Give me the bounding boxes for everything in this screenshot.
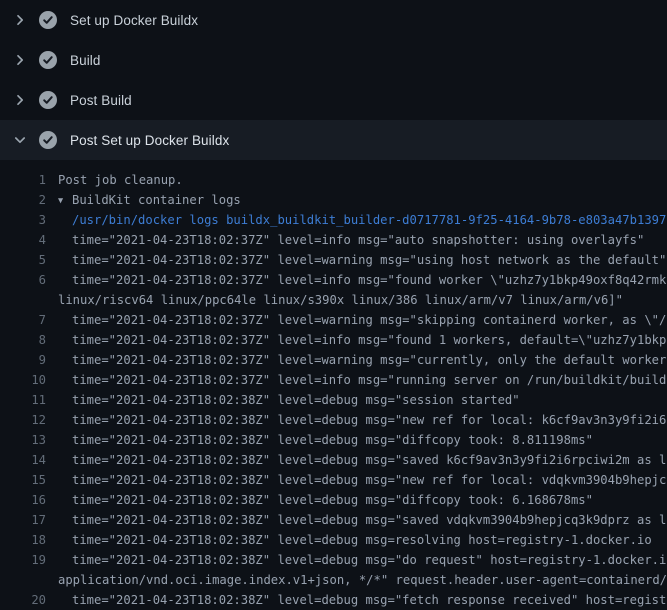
log-row: application/vnd.oci.image.index.v1+json,… [0,570,667,590]
line-number[interactable]: 6 [0,270,46,290]
log-text: time="2021-04-23T18:02:38Z" level=debug … [46,390,520,410]
step-header-post-build[interactable]: Post Build [0,80,667,120]
log-text: time="2021-04-23T18:02:38Z" level=debug … [46,450,667,470]
group-toggle-icon[interactable]: ▼ [58,191,72,210]
chevron-right-icon[interactable] [12,12,28,28]
log-text: time="2021-04-23T18:02:37Z" level=info m… [46,330,667,350]
log-text: time="2021-04-23T18:02:37Z" level=info m… [46,370,667,390]
line-number[interactable]: 19 [0,550,46,570]
log-text: linux/riscv64 linux/ppc64le linux/s390x … [46,290,623,310]
line-number[interactable]: 11 [0,390,46,410]
line-number[interactable]: 18 [0,530,46,550]
log-row: 16time="2021-04-23T18:02:38Z" level=debu… [0,490,667,510]
log-row: 8time="2021-04-23T18:02:37Z" level=info … [0,330,667,350]
group-label: BuildKit container logs [72,193,241,207]
log-text: application/vnd.oci.image.index.v1+json,… [46,570,667,590]
line-number[interactable]: 7 [0,310,46,330]
log-text: time="2021-04-23T18:02:38Z" level=debug … [46,510,667,530]
log-row: 14time="2021-04-23T18:02:38Z" level=debu… [0,450,667,470]
log-text: Post job cleanup. [46,170,183,190]
log-row: 1Post job cleanup. [0,170,667,190]
log-row: 20time="2021-04-23T18:02:38Z" level=debu… [0,590,667,610]
line-number[interactable]: 5 [0,250,46,270]
log-text: time="2021-04-23T18:02:37Z" level=info m… [46,270,667,290]
log-row: 11time="2021-04-23T18:02:38Z" level=debu… [0,390,667,410]
log-row: 6time="2021-04-23T18:02:37Z" level=info … [0,270,667,290]
step-header-build[interactable]: Build [0,40,667,80]
step-header-set-up-docker-buildx[interactable]: Set up Docker Buildx [0,0,667,40]
line-number[interactable]: 4 [0,230,46,250]
log-text: time="2021-04-23T18:02:37Z" level=warnin… [46,350,667,370]
log-text: time="2021-04-23T18:02:37Z" level=info m… [46,230,644,250]
line-number [0,290,46,310]
log-text: time="2021-04-23T18:02:38Z" level=debug … [46,410,667,430]
command-text: /usr/bin/docker logs buildx_buildkit_bui… [46,210,667,230]
log-lines: 1Post job cleanup.2▼BuildKit container l… [0,160,667,610]
step-label: Build [70,53,101,68]
log-row: 18time="2021-04-23T18:02:38Z" level=debu… [0,530,667,550]
line-number[interactable]: 3 [0,210,46,230]
log-text: ▼BuildKit container logs [46,190,241,210]
line-number[interactable]: 2 [0,190,46,210]
check-circle-icon [38,50,58,70]
log-row: 4time="2021-04-23T18:02:37Z" level=info … [0,230,667,250]
log-text: time="2021-04-23T18:02:38Z" level=debug … [46,550,667,570]
line-number[interactable]: 12 [0,410,46,430]
log-row: 7time="2021-04-23T18:02:37Z" level=warni… [0,310,667,330]
line-number[interactable]: 14 [0,450,46,470]
line-number[interactable]: 20 [0,590,46,610]
log-text: time="2021-04-23T18:02:38Z" level=debug … [46,430,593,450]
line-number[interactable]: 17 [0,510,46,530]
log-row: 10time="2021-04-23T18:02:37Z" level=info… [0,370,667,390]
log-row: linux/riscv64 linux/ppc64le linux/s390x … [0,290,667,310]
line-number[interactable]: 10 [0,370,46,390]
chevron-right-icon[interactable] [12,52,28,68]
log-row: 9time="2021-04-23T18:02:37Z" level=warni… [0,350,667,370]
check-circle-icon [38,130,58,150]
step-header-post-set-up-docker-buildx[interactable]: Post Set up Docker Buildx [0,120,667,160]
log-row: 3/usr/bin/docker logs buildx_buildkit_bu… [0,210,667,230]
log-text: time="2021-04-23T18:02:38Z" level=debug … [46,590,667,610]
log-row: 17time="2021-04-23T18:02:38Z" level=debu… [0,510,667,530]
line-number[interactable]: 13 [0,430,46,450]
line-number[interactable]: 9 [0,350,46,370]
chevron-down-icon[interactable] [12,132,28,148]
check-circle-icon [38,90,58,110]
log-row: 13time="2021-04-23T18:02:38Z" level=debu… [0,430,667,450]
chevron-right-icon[interactable] [12,92,28,108]
log-text: time="2021-04-23T18:02:38Z" level=debug … [46,530,652,550]
log-text: time="2021-04-23T18:02:37Z" level=warnin… [46,250,666,270]
step-label: Set up Docker Buildx [70,13,198,28]
step-label: Post Set up Docker Buildx [70,133,229,148]
log-row: 12time="2021-04-23T18:02:38Z" level=debu… [0,410,667,430]
line-number[interactable]: 15 [0,470,46,490]
log-text: time="2021-04-23T18:02:38Z" level=debug … [46,490,593,510]
line-number[interactable]: 16 [0,490,46,510]
log-text: time="2021-04-23T18:02:37Z" level=warnin… [46,310,667,330]
line-number[interactable]: 1 [0,170,46,190]
check-circle-icon [38,10,58,30]
log-row: 19time="2021-04-23T18:02:38Z" level=debu… [0,550,667,570]
line-number[interactable]: 8 [0,330,46,350]
step-list: Set up Docker Buildx Build Post Build Post … [0,0,667,160]
log-row: 15time="2021-04-23T18:02:38Z" level=debu… [0,470,667,490]
log-row: 2▼BuildKit container logs [0,190,667,210]
line-number [0,570,46,590]
log-text: time="2021-04-23T18:02:38Z" level=debug … [46,470,667,490]
log-row: 5time="2021-04-23T18:02:37Z" level=warni… [0,250,667,270]
step-label: Post Build [70,93,132,108]
